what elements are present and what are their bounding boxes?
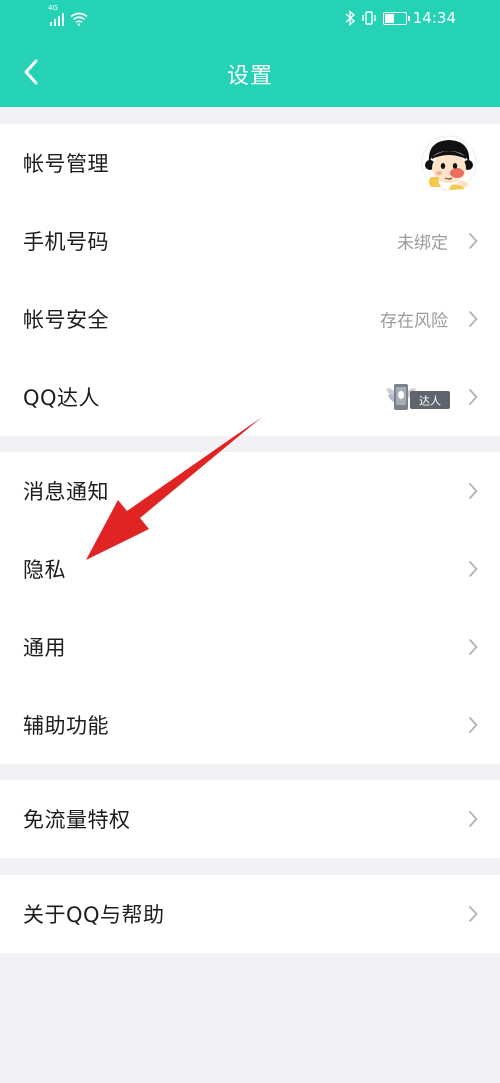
bluetooth-icon [345,10,355,26]
battery-icon [382,11,410,25]
status-time: 14:34 [412,9,456,27]
settings-item-label: 帐号管理 [23,152,109,176]
page-title: 设置 [226,64,273,89]
chevron-right-icon [468,905,478,923]
settings-item-general[interactable]: 通用 [0,608,500,686]
about-group: 关于QQ与帮助 [0,875,500,953]
settings-item-account-management[interactable]: 帐号管理 [0,124,500,202]
phone-status-value: 未绑定 [397,233,448,254]
settings-item-account-security[interactable]: 帐号安全 存在风险 [0,280,500,358]
settings-item-phone-number[interactable]: 手机号码 未绑定 [0,202,500,280]
settings-item-label: QQ达人 [23,386,101,410]
chevron-right-icon [468,560,478,578]
data-free-group: 免流量特权 [0,780,500,858]
settings-item-label: 手机号码 [23,230,109,254]
qq-talent-badge-icon: 达人 [386,384,450,410]
status-left: 4G [48,4,88,26]
account-group: 帐号管理 手机号码 未绑定 帐号安全 存在风险 QQ达人 达人 [0,124,500,436]
settings-item-label: 关于QQ与帮助 [23,903,165,927]
chevron-right-icon [468,482,478,500]
settings-item-about-help[interactable]: 关于QQ与帮助 [0,875,500,953]
signal-icon: 4G [48,4,64,26]
avatar [421,135,477,191]
qq-talent-badge-text: 达人 [419,395,441,408]
security-status-value: 存在风险 [380,311,448,332]
vibrate-icon [362,11,376,25]
settings-item-free-data-privilege[interactable]: 免流量特权 [0,780,500,858]
chevron-right-icon [468,310,478,328]
app-header: 4G 14:34 设置 [0,0,500,107]
chevron-right-icon [468,638,478,656]
wifi-icon [70,12,88,26]
network-type-label: 4G [48,4,58,12]
chevron-right-icon [468,388,478,406]
settings-item-notifications[interactable]: 消息通知 [0,452,500,530]
chevron-right-icon [468,810,478,828]
settings-item-label: 通用 [23,636,66,660]
status-right: 14:34 [345,9,456,27]
settings-item-label: 免流量特权 [23,808,131,832]
settings-item-label: 隐私 [23,558,66,582]
chevron-right-icon [468,716,478,734]
settings-item-privacy[interactable]: 隐私 [0,530,500,608]
settings-item-label: 帐号安全 [23,308,109,332]
settings-item-accessibility[interactable]: 辅助功能 [0,686,500,764]
chevron-right-icon [468,232,478,250]
general-group: 消息通知 隐私 通用 辅助功能 [0,452,500,764]
settings-item-label: 消息通知 [23,480,109,504]
settings-item-qq-talent[interactable]: QQ达人 达人 [0,358,500,436]
status-bar: 4G 14:34 [0,0,500,38]
settings-item-label: 辅助功能 [23,714,109,738]
